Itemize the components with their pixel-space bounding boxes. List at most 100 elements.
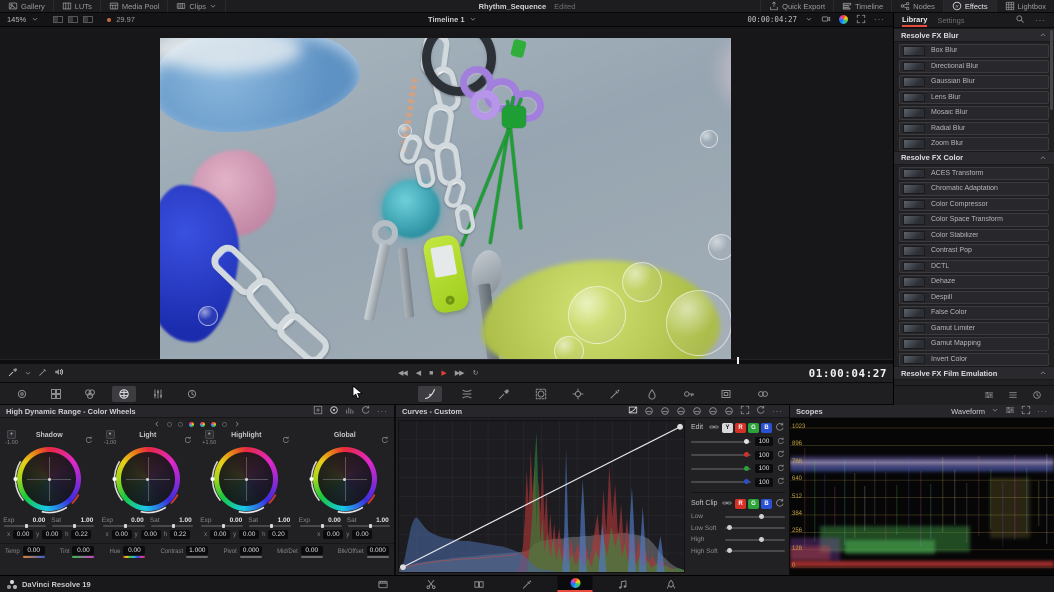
reset-icon[interactable] — [282, 431, 290, 449]
fx-item-radial-blur[interactable]: Radial Blur — [899, 122, 1049, 136]
reset-icon[interactable] — [777, 464, 785, 474]
wheel-arc-sliders[interactable] — [309, 443, 381, 515]
y-value-field[interactable]: 0.00 — [141, 530, 161, 539]
palette-camera-raw-button[interactable] — [10, 386, 34, 402]
zone-icon[interactable]: ● — [205, 430, 214, 439]
x-value-field[interactable]: 0.00 — [210, 530, 230, 539]
picker-dropdown[interactable] — [24, 364, 32, 382]
topbar-gallery-button[interactable]: Gallery — [0, 0, 54, 12]
softclip-channel-r-button[interactable]: R — [735, 499, 746, 509]
viewer-zoom-select[interactable]: 145% — [7, 15, 26, 24]
palette-hdr-grade-button[interactable] — [112, 386, 136, 402]
slider-track[interactable] — [691, 454, 751, 456]
reset-icon[interactable] — [777, 477, 785, 487]
topbar-media-pool-button[interactable]: Media Pool — [101, 0, 169, 12]
link-channels-icon[interactable] — [722, 498, 732, 510]
fx-item-despill[interactable]: Despill — [899, 291, 1049, 305]
fx-item-color-stabilizer[interactable]: Color Stabilizer — [899, 229, 1049, 243]
fx-item-zoom-blur[interactable]: Zoom Blur — [899, 137, 1049, 151]
expand-icon[interactable] — [740, 405, 750, 417]
fx-section-header-resolve-fx-film-emulation[interactable]: Resolve FX Film Emulation — [894, 366, 1054, 380]
palette-window-button[interactable] — [529, 386, 553, 402]
slider-thumb[interactable] — [744, 439, 749, 444]
fx-item-color-compressor[interactable]: Color Compressor — [899, 198, 1049, 212]
mute-button[interactable] — [54, 364, 64, 382]
clip-timecode[interactable]: 00:00:04:27 — [747, 15, 797, 24]
palette-qualifier-button[interactable] — [492, 386, 516, 402]
topbar-nodes-button[interactable]: Nodes — [891, 0, 943, 12]
step-back-button[interactable]: ◀ — [416, 369, 420, 377]
wheel-arc-sliders[interactable] — [210, 443, 282, 515]
slider-thumb[interactable] — [727, 548, 732, 553]
blk-offset-value-field[interactable]: 0.000 — [367, 546, 389, 555]
x-value-field[interactable]: 0.00 — [112, 530, 132, 539]
reset-icon[interactable] — [777, 437, 785, 447]
x-value-field[interactable]: 0.00 — [323, 530, 343, 539]
fx-item-mosaic-blur[interactable]: Mosaic Blur — [899, 106, 1049, 120]
histogram-toggle-button[interactable] — [345, 405, 355, 417]
page-color-button[interactable] — [558, 576, 593, 592]
highlight-button[interactable] — [38, 364, 48, 382]
palette-curves-button[interactable] — [418, 386, 442, 402]
fx-item-gaussian-blur[interactable]: Gaussian Blur — [899, 75, 1049, 89]
wheel-mode-button[interactable] — [329, 405, 339, 417]
reset-icon[interactable] — [775, 498, 785, 510]
fx-item-aces-transform[interactable]: ACES Transform — [899, 167, 1049, 181]
contrast-value-field[interactable]: 1.000 — [186, 546, 208, 555]
page-fusion-button[interactable] — [510, 576, 545, 592]
slider-track[interactable] — [367, 556, 389, 558]
fx-item-dctl[interactable]: DCTL — [899, 260, 1049, 274]
slider-track[interactable] — [691, 468, 751, 470]
y-value-field[interactable]: 0.00 — [42, 530, 62, 539]
fx-item-gamut-mapping[interactable]: Gamut Mapping — [899, 337, 1049, 351]
pager-dot-1[interactable] — [167, 422, 172, 427]
fx-recent-button[interactable] — [1032, 387, 1042, 405]
slider-thumb[interactable] — [744, 479, 749, 484]
pager-dot-3[interactable] — [189, 422, 194, 427]
reset-icon[interactable] — [361, 405, 371, 417]
slider-thumb[interactable] — [744, 466, 749, 471]
slider-track[interactable] — [725, 539, 785, 541]
fx-section-header-resolve-fx-color[interactable]: Resolve FX Color — [894, 151, 1054, 165]
custom-curve-button[interactable] — [628, 405, 638, 417]
chevron-down-icon[interactable] — [991, 406, 999, 416]
scope-mode-select[interactable]: Waveform — [951, 407, 985, 416]
slider-track[interactable] — [691, 441, 751, 443]
exposure-slider[interactable]: Exp0.00 — [102, 513, 146, 528]
tab-library[interactable]: Library — [902, 13, 927, 27]
slider-track[interactable] — [301, 556, 323, 558]
y-value-field[interactable]: 0.00 — [239, 530, 259, 539]
h-value-field[interactable]: 0.22 — [71, 530, 91, 539]
reset-icon[interactable] — [775, 422, 785, 434]
page-edit-button[interactable] — [462, 576, 497, 592]
link-channels-icon[interactable] — [709, 422, 719, 434]
wheel-arc-sliders[interactable] — [112, 443, 184, 515]
slider-track[interactable] — [186, 556, 208, 558]
slider-thumb[interactable] — [759, 537, 764, 542]
viewer-options-menu[interactable]: ··· — [874, 15, 885, 24]
expand-icon[interactable] — [1021, 405, 1031, 417]
highlight-color-wheel[interactable] — [214, 447, 278, 511]
topbar-timeline-button[interactable]: Timeline — [833, 0, 891, 12]
slider-thumb[interactable] — [744, 452, 749, 457]
wipe-mode-3-button[interactable] — [83, 16, 93, 23]
add-zone-button[interactable] — [313, 405, 323, 417]
fx-item-color-space-transform[interactable]: Color Space Transform — [899, 213, 1049, 227]
fx-item-directional-blur[interactable]: Directional Blur — [899, 60, 1049, 74]
timeline-selector[interactable]: Timeline 1 — [428, 15, 477, 25]
expand-icon[interactable] — [856, 14, 866, 26]
exposure-slider[interactable]: Exp0.00 — [3, 513, 47, 528]
library-search-button[interactable] — [1015, 14, 1025, 26]
fx-list-view-button[interactable] — [1008, 387, 1018, 405]
zone-icon[interactable]: ● — [106, 430, 115, 439]
reset-icon[interactable] — [756, 405, 766, 417]
palette-sizing-button[interactable] — [714, 386, 738, 402]
channel-g-button[interactable]: G — [748, 423, 759, 433]
play-button[interactable]: ▶ — [441, 369, 445, 377]
global-color-wheel[interactable] — [313, 447, 377, 511]
library-options-menu[interactable]: ··· — [1035, 16, 1046, 25]
palette-color-wheels-button[interactable] — [78, 386, 102, 402]
light-color-wheel[interactable] — [116, 447, 180, 511]
pager-dot-2[interactable] — [178, 422, 183, 427]
reset-icon[interactable] — [381, 431, 389, 449]
